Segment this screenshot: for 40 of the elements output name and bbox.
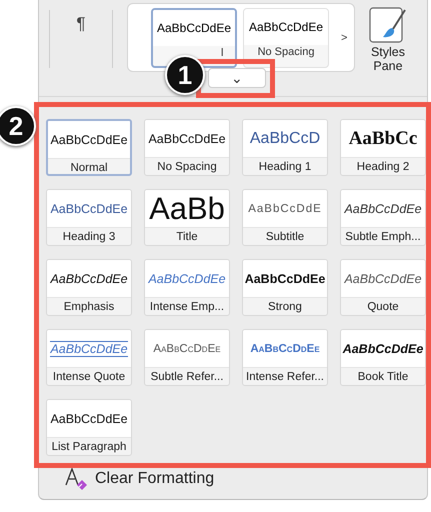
style-preview: AaBbCcDdEe: [50, 272, 128, 286]
style-label: Book Title: [356, 370, 410, 383]
style-preview: AaBbCcDdEe: [148, 272, 226, 286]
style-preview: AaBbCcDdEe: [344, 202, 422, 216]
callout-tooltip: 2: [0, 106, 36, 146]
style-preview: AaBbCcDdEe: [50, 202, 128, 216]
style-label: Heading 3: [62, 230, 116, 243]
clear-formatting-label: Clear Formatting: [95, 470, 214, 488]
style-label: l: [221, 46, 224, 58]
style-label: Intense Refer...: [245, 370, 325, 383]
style-label: Normal: [69, 161, 109, 174]
style-label: No Spacing: [156, 160, 218, 173]
style-label: Subtle Emph...: [344, 230, 422, 243]
style-label: Quote: [366, 300, 400, 313]
style-label: No Spacing: [258, 44, 314, 58]
style-preview: AaBbCcDdEe: [50, 340, 128, 356]
style-label: Heading 1: [258, 160, 312, 173]
style-preview: AaBbCcD: [250, 130, 320, 148]
style-preview: AaBbCcDdEe: [153, 342, 221, 354]
style-label: Intense Quote: [52, 370, 126, 383]
style-label: List Paragraph: [50, 440, 128, 453]
style-label: Subtitle: [264, 230, 306, 243]
style-preview: AaBbCcDdEe: [244, 272, 326, 286]
style-label: Strong: [267, 300, 303, 313]
style-preview: AaBbCcDdE: [248, 202, 322, 214]
style-label: Emphasis: [62, 300, 116, 313]
style-preview: AaBbCcDdEe: [250, 342, 320, 354]
style-preview: AaBbCcDdEe: [153, 10, 235, 46]
style-preview: AaBbCcDdEe: [244, 8, 328, 44]
style-label: Intense Emp...: [148, 300, 226, 313]
style-preview: AaBbCcDdEe: [344, 272, 422, 286]
style-preview: AaBbCcDdEe: [342, 342, 424, 356]
style-preview: AaBbCcDdEe: [148, 132, 226, 146]
style-label: Title: [175, 230, 199, 243]
style-preview: AaBb: [149, 190, 225, 226]
style-preview: AaBbCcDdEe: [50, 132, 128, 146]
style-label: Heading 2: [356, 160, 410, 173]
style-preview: AaBbCcDdEe: [50, 412, 128, 426]
style-preview: AaBbCc: [348, 128, 418, 150]
style-label: Subtle Refer...: [150, 370, 224, 383]
